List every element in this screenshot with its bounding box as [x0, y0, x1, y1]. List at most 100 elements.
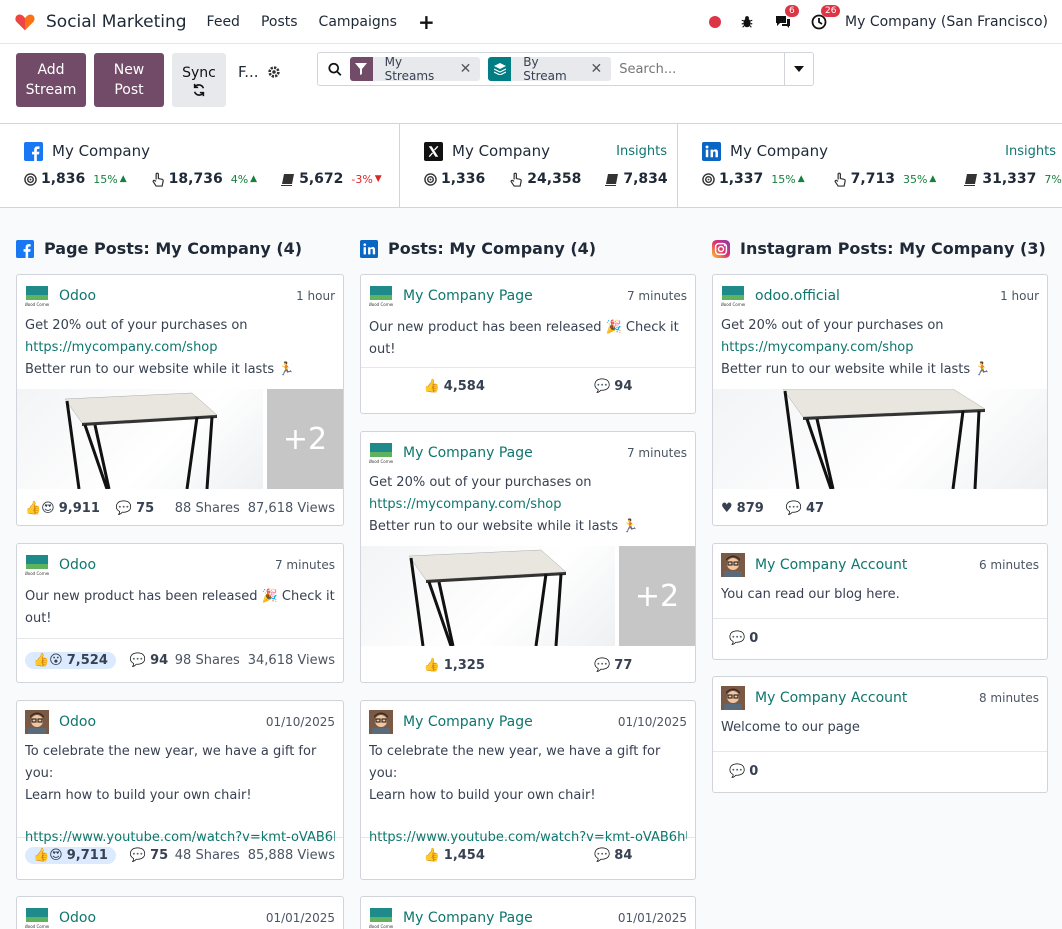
user-avatar-icon [25, 710, 49, 734]
post-card[interactable]: My Company Page 01/10/2025 To celebrate … [360, 700, 696, 880]
post-author[interactable]: Odoo [59, 288, 96, 304]
comments-count[interactable]: 💬 0 [729, 764, 758, 779]
favorites-label[interactable]: F... [238, 63, 259, 81]
post-card[interactable]: Wood Corner Odoo 1 hour Get 20% out of y… [16, 274, 344, 526]
post-link[interactable]: https://mycompany.com/shop [721, 337, 1039, 359]
bug-icon[interactable] [737, 12, 757, 32]
facebook-icon [24, 141, 43, 161]
table-image[interactable] [361, 546, 615, 647]
likes-count[interactable]: ♥ 879 [721, 501, 764, 516]
post-author[interactable]: odoo.official [755, 288, 840, 304]
table-image[interactable] [713, 388, 1047, 490]
post-card[interactable]: My Company Account 8 minutes Welcome to … [712, 676, 1048, 793]
post-stats: 👍 1,325 💬 77 [361, 646, 695, 682]
post-author[interactable]: My Company Account [755, 690, 907, 706]
activity-clock-icon[interactable]: 26 [809, 4, 841, 32]
post-author[interactable]: Odoo [59, 557, 96, 573]
shares-count: 48 Shares [174, 848, 240, 863]
post-images[interactable] [713, 388, 1047, 490]
likes-count[interactable]: 👍 1,454 [424, 848, 485, 863]
post-message: Welcome to our page [721, 720, 860, 735]
engagement-icon [152, 172, 164, 187]
app-logo-icon[interactable] [14, 11, 36, 33]
svg-text:Wood Corner: Wood Corner [25, 302, 49, 307]
reactions-count[interactable]: 👍😍 9,711 [25, 847, 116, 864]
facet-remove-icon[interactable]: ✕ [586, 61, 611, 77]
likes-count[interactable]: 👍 1,325 [424, 658, 485, 673]
search-input[interactable] [619, 61, 785, 77]
post-images[interactable]: +2 [361, 546, 695, 647]
post-card[interactable]: Wood Corner Odoo 01/01/2025 [16, 896, 344, 929]
post-time: 01/10/2025 [265, 715, 335, 729]
insights-link[interactable]: Insights [1005, 144, 1056, 159]
post-link[interactable]: https://mycompany.com/shop [25, 337, 335, 359]
post-card[interactable]: Odoo 01/10/2025 To celebrate the new yea… [16, 700, 344, 880]
insights-link[interactable]: Insights [616, 144, 667, 159]
search-icon[interactable] [327, 62, 342, 77]
comments-count[interactable]: 💬 47 [786, 501, 824, 516]
stories-metric: 31,337 7%▲ [964, 171, 1062, 187]
audience-metric: 1,336 [424, 171, 485, 187]
post-stats: 👍 4,584 💬 94 [361, 367, 695, 405]
comments-count[interactable]: 💬 0 [729, 631, 758, 646]
post-card[interactable]: Wood Corner My Company Page 7 minutes Ou… [360, 274, 696, 414]
post-link[interactable]: https://www.youtube.com/watch?v=kmt-oVAB… [369, 827, 687, 849]
post-link[interactable]: https://www.youtube.com/watch?v=kmt-oVAB… [25, 827, 335, 849]
more-images-thumb[interactable]: +2 [267, 389, 343, 489]
post-card[interactable]: Wood Corner My Company Page 01/01/2025 [360, 896, 696, 929]
comments-count[interactable]: 💬 75 [116, 501, 154, 516]
reactions-count[interactable]: 👍😍 9,911 [25, 501, 100, 516]
post-link[interactable]: https://mycompany.com/shop [369, 494, 687, 516]
post-card[interactable]: Wood Corner Odoo 7 minutes Our new produ… [16, 543, 344, 683]
post-author[interactable]: My Company Page [403, 445, 533, 461]
comments-count[interactable]: 💬 94 [130, 653, 168, 668]
post-message: Get 20% out of your purchases on https:/… [17, 307, 343, 381]
menu-feed[interactable]: Feed [207, 14, 240, 30]
post-author[interactable]: Odoo [59, 910, 96, 926]
post-author[interactable]: My Company Page [403, 288, 533, 304]
post-images[interactable]: +2 [17, 389, 343, 490]
stories-icon [964, 173, 978, 186]
reactions-count[interactable]: 👍😮 7,524 [25, 652, 116, 669]
audience-metric: 1,337 15% ▲ [702, 171, 805, 187]
post-card[interactable]: My Company Account 6 minutes You can rea… [712, 543, 1048, 660]
post-message: To celebrate the new year, we have a gif… [361, 733, 695, 845]
stat-card-linkedin[interactable]: My Company Insights 1,337 15% ▲ 7,713 35%… [678, 124, 1062, 207]
wood-corner-avatar-icon: Wood Corner [25, 908, 49, 929]
post-card[interactable]: Wood Corner odoo.official 1 hour Get 20%… [712, 274, 1048, 526]
search-options-toggle[interactable] [784, 53, 812, 85]
gear-icon[interactable] [267, 65, 281, 79]
new-post-button[interactable]: New Post [94, 53, 164, 107]
svg-text:Wood Corner: Wood Corner [25, 924, 49, 929]
menu-posts[interactable]: Posts [261, 14, 298, 30]
more-images-thumb[interactable]: +2 [619, 546, 695, 646]
sync-button[interactable]: Sync [172, 53, 226, 107]
quick-create-plus-icon[interactable]: + [418, 10, 435, 34]
post-author[interactable]: My Company Page [403, 714, 533, 730]
menu-campaigns[interactable]: Campaigns [319, 14, 397, 30]
stat-card-x[interactable]: My Company Insights 1,336 24,358 7,834 [400, 124, 678, 207]
post-card[interactable]: Wood Corner My Company Page 7 minutes Ge… [360, 431, 696, 683]
column-title[interactable]: Instagram Posts: My Company (3) [712, 239, 1046, 258]
column-title[interactable]: Posts: My Company (4) [360, 239, 596, 258]
refresh-icon [193, 83, 205, 97]
comments-count[interactable]: 💬 94 [594, 379, 632, 394]
company-switcher[interactable]: My Company (San Francisco) [845, 14, 1048, 30]
comments-count[interactable]: 💬 84 [594, 848, 632, 863]
comments-count[interactable]: 💬 77 [594, 658, 632, 673]
comments-count[interactable]: 💬 75 [130, 848, 168, 863]
column-title[interactable]: Page Posts: My Company (4) [16, 239, 302, 258]
post-author[interactable]: Odoo [59, 714, 96, 730]
facet-remove-icon[interactable]: ✕ [456, 61, 481, 77]
stat-card-facebook[interactable]: My Company 1,836 15% ▲ 18,736 4% ▲ 5,672 -… [0, 124, 400, 207]
post-author[interactable]: My Company Page [403, 910, 533, 926]
discuss-icon[interactable]: 6 [773, 4, 799, 32]
likes-count[interactable]: 👍 4,584 [424, 379, 485, 394]
post-author[interactable]: My Company Account [755, 557, 907, 573]
app-name[interactable]: Social Marketing [46, 12, 187, 32]
svg-text:Wood Corner: Wood Corner [721, 302, 745, 307]
table-image[interactable] [17, 389, 263, 490]
record-dot-icon[interactable] [709, 15, 722, 28]
add-stream-button[interactable]: Add Stream [16, 53, 86, 107]
user-avatar-icon [369, 710, 393, 734]
